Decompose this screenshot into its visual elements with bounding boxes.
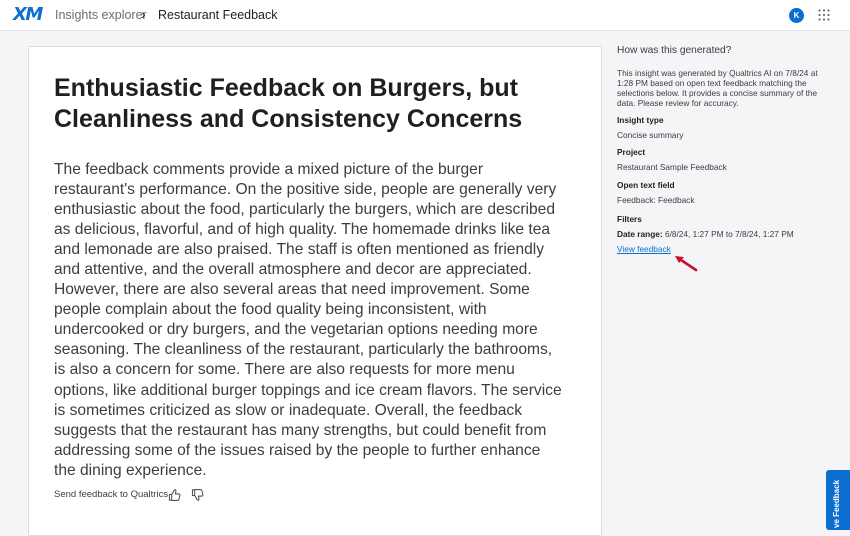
open-text-field-value: Feedback: Feedback	[617, 195, 695, 205]
give-feedback-tab[interactable]: ve Feedback	[826, 470, 850, 530]
insight-type-value: Concise summary	[617, 130, 684, 140]
date-range-filter: Date range: 6/8/24, 1:27 PM to 7/8/24, 1…	[617, 229, 794, 239]
breadcrumb-current-page: Restaurant Feedback	[158, 8, 278, 22]
xm-logo[interactable]: XM	[13, 5, 43, 25]
insight-summary-text: The feedback comments provide a mixed pi…	[54, 161, 562, 479]
date-range-value: 6/8/24, 1:27 PM to 7/8/24, 1:27 PM	[662, 229, 794, 239]
project-value: Restaurant Sample Feedback	[617, 162, 727, 172]
open-text-field-label: Open text field	[617, 180, 675, 190]
thumbs-down-icon[interactable]	[191, 488, 204, 502]
panel-description: This insight was generated by Qualtrics …	[617, 68, 818, 108]
view-feedback-link[interactable]: View feedback	[617, 244, 671, 254]
apps-grid-icon[interactable]	[818, 9, 830, 21]
top-bar: XM Insights explorer › Restaurant Feedba…	[0, 0, 850, 31]
insight-type-label: Insight type	[617, 115, 664, 125]
annotation-arrow-icon	[675, 256, 698, 272]
insight-title: Enthusiastic Feedback on Burgers, but Cl…	[54, 74, 523, 133]
date-range-label: Date range:	[617, 229, 663, 239]
project-label: Project	[617, 147, 646, 157]
thumbs-up-icon[interactable]	[168, 488, 181, 502]
breadcrumb-insights-explorer[interactable]: Insights explorer	[55, 8, 147, 22]
send-feedback-label: Send feedback to Qualtrics	[54, 489, 169, 500]
user-avatar[interactable]: K	[789, 8, 804, 23]
panel-title: How was this generated?	[617, 45, 732, 56]
filters-label: Filters	[617, 214, 642, 224]
insight-card: Enthusiastic Feedback on Burgers, but Cl…	[28, 46, 602, 536]
breadcrumb-chevron-icon: ›	[141, 6, 146, 22]
